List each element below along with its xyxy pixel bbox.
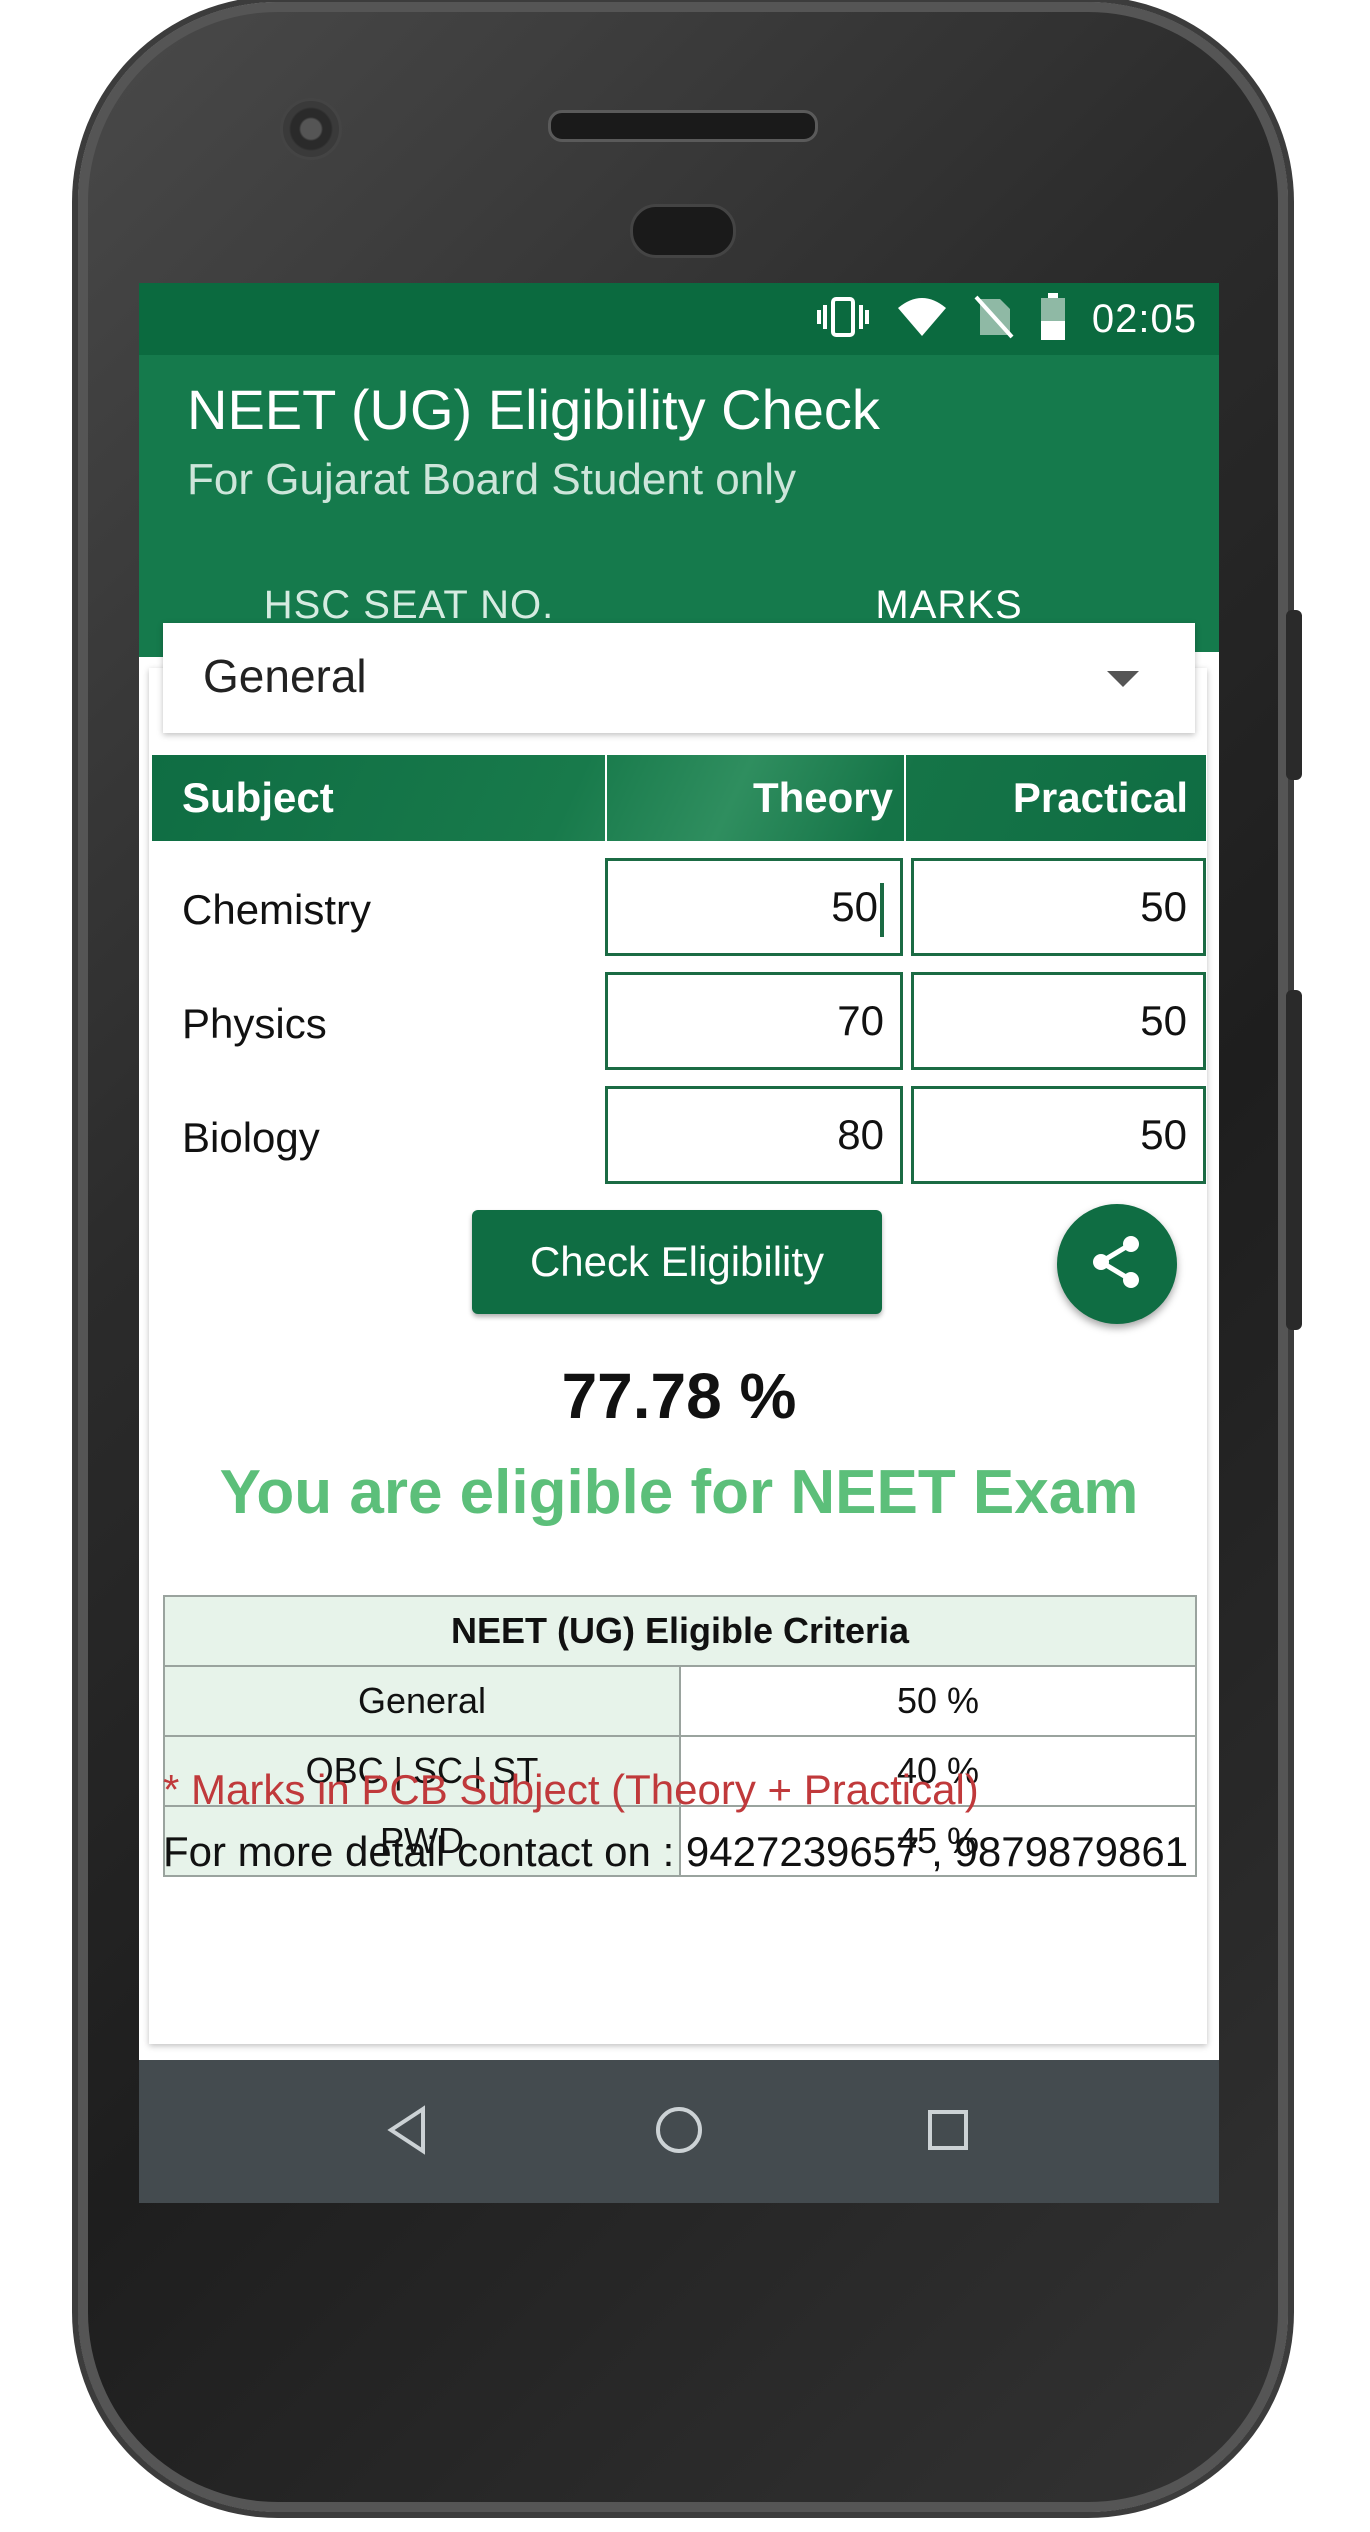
result-percentage: 77.78 % (561, 1360, 797, 1432)
contact-info: For more detail contact on : 9427239657 … (163, 1828, 1189, 1875)
subject-label-chemistry: Chemistry (182, 886, 372, 933)
header-theory: Theory (752, 774, 893, 821)
recents-icon (926, 2108, 970, 2157)
battery-icon (1040, 292, 1066, 346)
screen: 02:05 NEET (UG) Eligibility Check For Gu… (139, 283, 1219, 2203)
front-camera (280, 98, 342, 160)
chemistry-theory-input[interactable]: 50 (605, 858, 903, 956)
page-title: NEET (UG) Eligibility Check (187, 378, 880, 441)
subject-label-biology: Biology (182, 1114, 320, 1161)
physics-practical-input[interactable]: 50 (911, 972, 1206, 1070)
share-icon (1087, 1232, 1147, 1297)
home-button[interactable] (649, 2102, 709, 2162)
marks-content: General Subject Theory Practical Chemist… (139, 623, 1219, 2203)
biology-theory-input[interactable]: 80 (605, 1086, 903, 1184)
volume-button (1286, 990, 1302, 1330)
category-dropdown-value: General (203, 650, 367, 702)
biology-practical-input[interactable]: 50 (911, 1086, 1206, 1184)
share-button[interactable] (1057, 1204, 1177, 1324)
criteria-title: NEET (UG) Eligible Criteria (163, 1595, 1197, 1667)
marks-table-header: Subject Theory Practical (152, 755, 1206, 841)
chemistry-practical-input[interactable]: 50 (911, 858, 1206, 956)
proximity-sensor (630, 204, 736, 258)
app-bar: NEET (UG) Eligibility Check For Gujarat … (139, 355, 1219, 660)
power-button (1286, 610, 1302, 780)
header-practical: Practical (1012, 774, 1188, 821)
back-icon (385, 2104, 429, 2160)
wifi-icon (896, 296, 948, 343)
vibrate-icon (816, 295, 870, 344)
recents-button[interactable] (918, 2102, 978, 2162)
dropdown-arrow-icon (1107, 671, 1139, 687)
pcb-note: * Marks in PCB Subject (Theory + Practic… (163, 1766, 979, 1813)
text-cursor (880, 882, 884, 937)
category-dropdown[interactable]: General (163, 623, 1195, 733)
criteria-percent: 50 % (679, 1665, 1197, 1737)
physics-theory-input[interactable]: 70 (605, 972, 903, 1070)
eligibility-message: You are eligible for NEET Exam (219, 1458, 1139, 1527)
criteria-title-row: NEET (UG) Eligible Criteria (163, 1595, 1197, 1667)
navigation-bar (139, 2060, 1219, 2203)
page-subtitle: For Gujarat Board Student only (187, 455, 796, 504)
criteria-category: General (163, 1665, 681, 1737)
no-sim-icon (974, 295, 1014, 344)
back-button[interactable] (377, 2102, 437, 2162)
chemistry-theory-value: 50 (831, 883, 878, 930)
subject-label-physics: Physics (182, 1000, 327, 1047)
table-row: General 50 % (163, 1665, 1197, 1737)
header-subject: Subject (182, 774, 334, 821)
home-icon (654, 2105, 704, 2160)
earpiece-speaker (548, 110, 818, 142)
clock: 02:05 (1091, 296, 1197, 341)
status-bar: 02:05 (139, 283, 1219, 355)
check-eligibility-button[interactable]: Check Eligibility (472, 1210, 882, 1314)
